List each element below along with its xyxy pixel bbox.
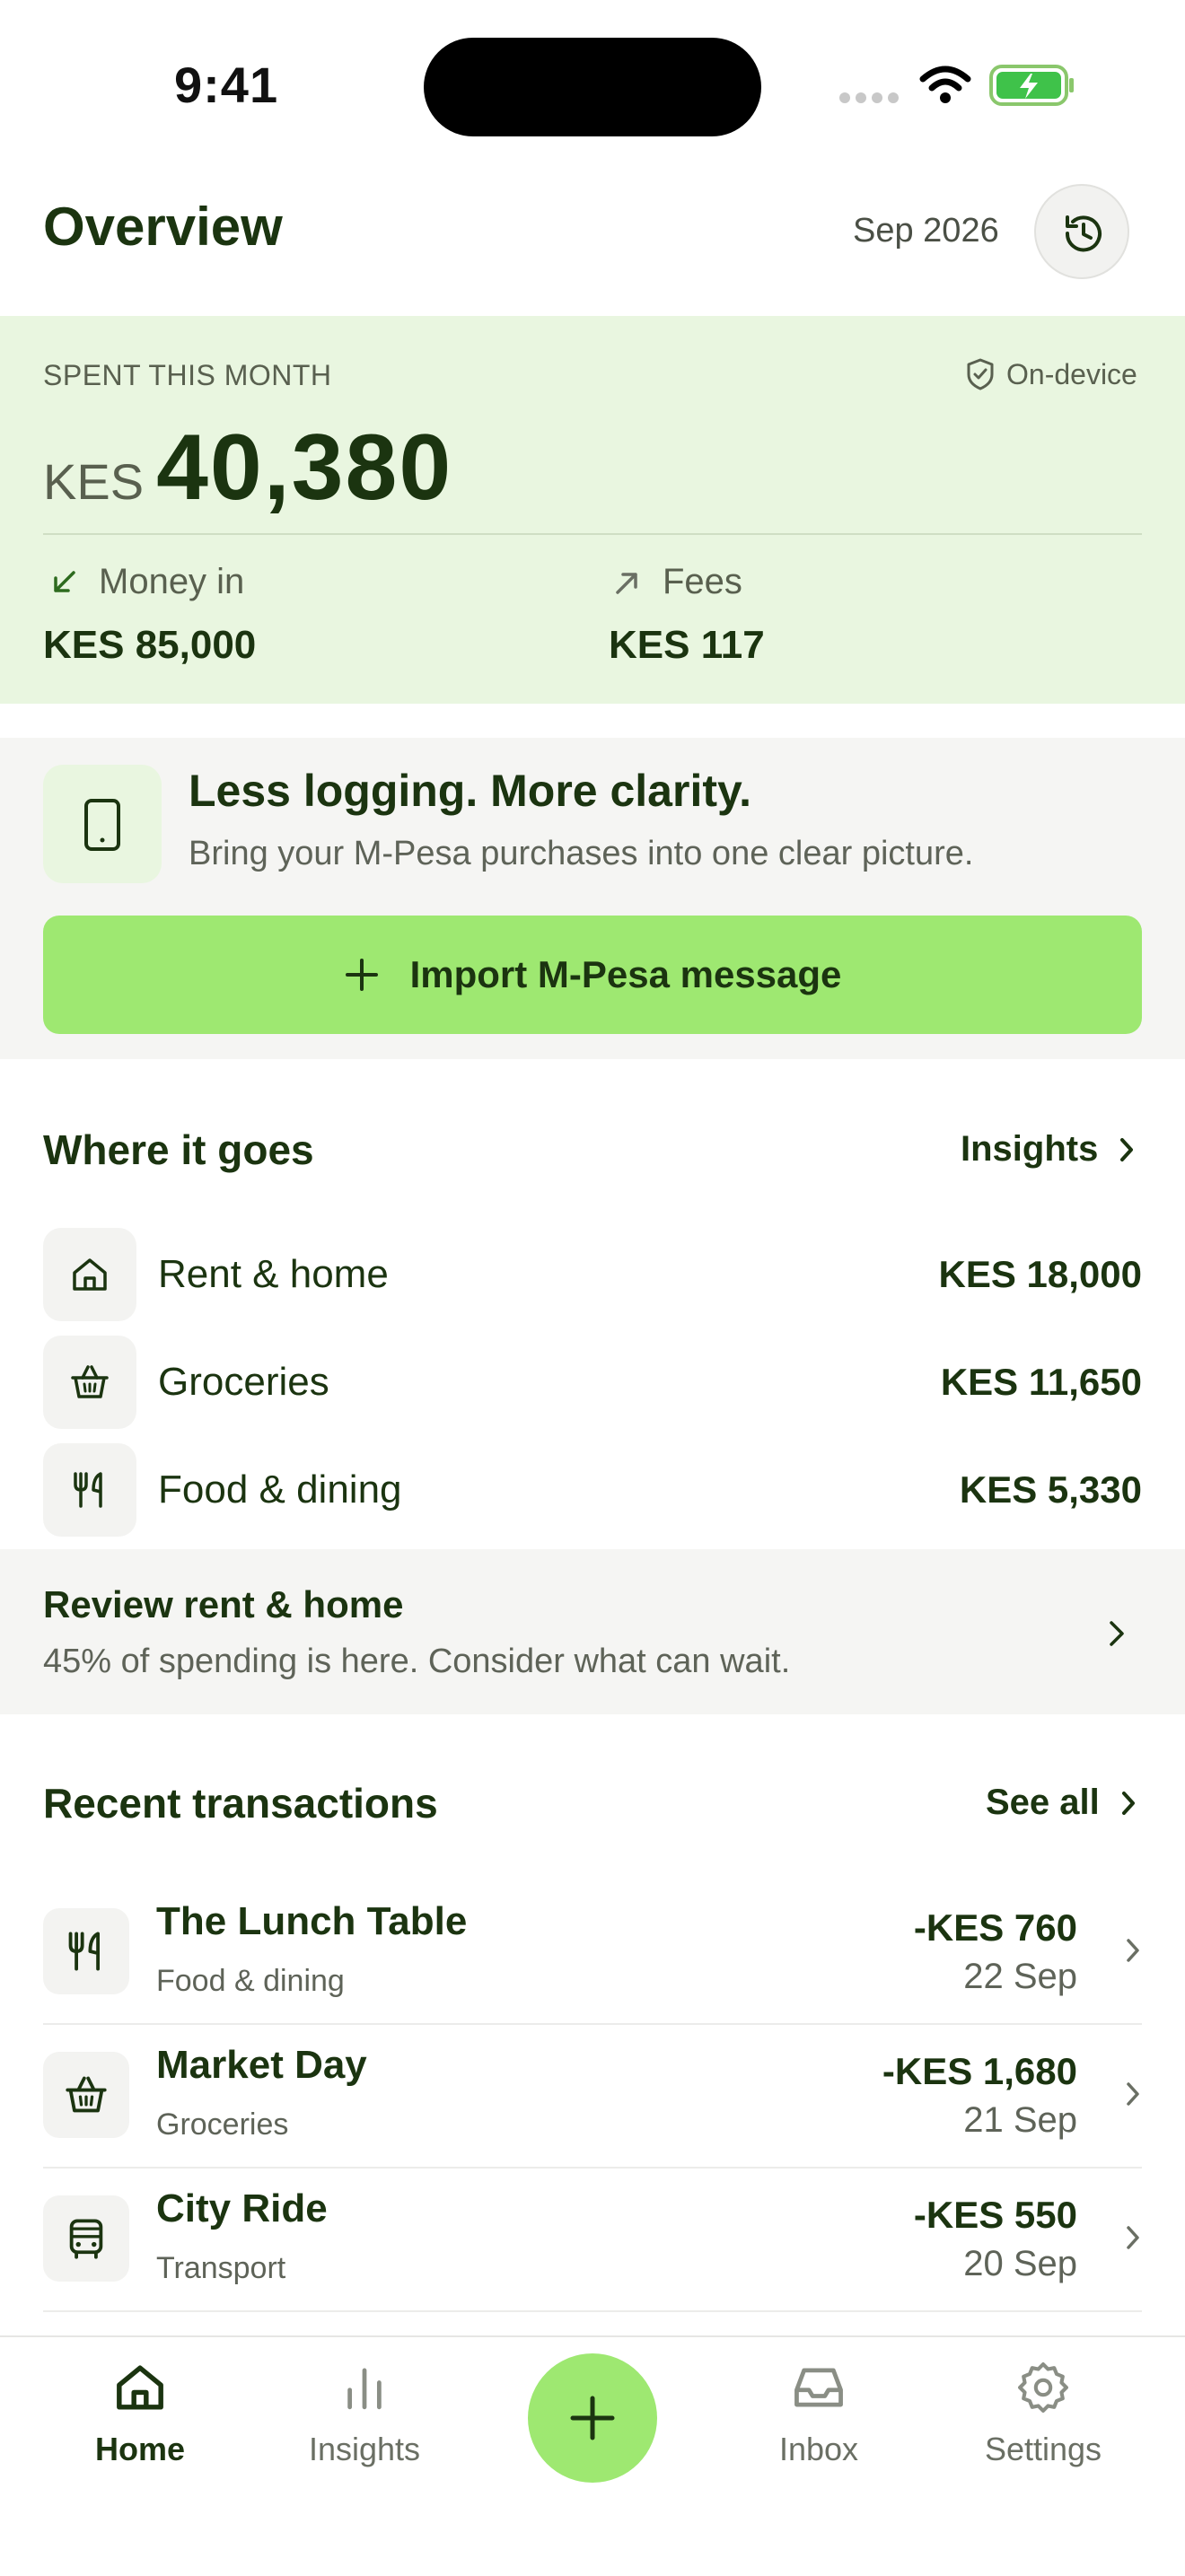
transaction-amount: -KES 1,680: [882, 2050, 1077, 2092]
chevron-right-icon: [1120, 1137, 1134, 1161]
bar-chart-icon: [347, 2368, 382, 2410]
inbox-icon: [794, 2368, 843, 2407]
chevron-right-icon: [1121, 1791, 1135, 1815]
import-button-label: Import M-Pesa message: [409, 953, 842, 995]
wifi-icon: [919, 65, 971, 104]
transaction-date: 21 Sep: [963, 2100, 1077, 2140]
nav-label: Settings: [984, 2431, 1102, 2467]
transaction-icon-tile: [43, 2052, 129, 2138]
nav-label: Home: [94, 2431, 186, 2467]
shield-check-icon: [967, 358, 994, 390]
nav-item-settings[interactable]: Settings: [953, 2361, 1133, 2468]
category-name: Rent & home: [158, 1252, 389, 1296]
bus-icon: [69, 2219, 103, 2259]
arrow-down-left-icon: [54, 570, 75, 592]
gear-icon: [1018, 2362, 1068, 2413]
month-selector[interactable]: Sep 2026: [853, 212, 999, 250]
utensils-icon: [68, 1932, 100, 1971]
phone-icon-tile: [43, 765, 162, 883]
fees-label-row: Fees: [614, 562, 742, 602]
transaction-name: City Ride: [156, 2186, 328, 2230]
transaction-date: 22 Sep: [963, 1957, 1077, 1996]
on-device-label: On-device: [1006, 357, 1137, 390]
transaction-category: Groceries: [156, 2107, 289, 2142]
category-icon-tile: [43, 1228, 136, 1321]
spent-label: SPENT THIS MONTH: [43, 359, 332, 391]
home-icon: [117, 2365, 163, 2410]
category-row-food[interactable]: Food & dining KES 5,330: [43, 1443, 1142, 1537]
transaction-icon-tile: [43, 2195, 129, 2282]
dynamic-island: [424, 38, 761, 136]
transaction-row[interactable]: City Ride Transport -KES 550 20 Sep: [43, 2170, 1142, 2312]
on-device-badge: On-device: [965, 357, 1137, 391]
insights-link[interactable]: Insights: [961, 1129, 1136, 1170]
transaction-row[interactable]: Market Day Groceries -KES 1,680 21 Sep: [43, 2027, 1142, 2169]
promo-title: Less logging. More clarity.: [189, 766, 751, 816]
status-time: 9:41: [174, 57, 279, 113]
chevron-right-icon: [1106, 1617, 1128, 1650]
transaction-date: 20 Sep: [963, 2244, 1077, 2283]
fees-value: KES 117: [609, 623, 765, 667]
category-amount: KES 5,330: [959, 1468, 1142, 1511]
home-icon: [73, 1258, 107, 1291]
add-transaction-button[interactable]: [528, 2353, 657, 2483]
category-amount: KES 11,650: [940, 1361, 1142, 1403]
signal-icon: [838, 92, 901, 104]
money-in-label-row: Money in: [50, 562, 244, 602]
where-it-goes-title: Where it goes: [43, 1126, 314, 1173]
review-subtitle: 45% of spending is here. Consider what c…: [43, 1643, 791, 1680]
nav-item-insights[interactable]: Insights: [275, 2361, 454, 2468]
category-row-groceries[interactable]: Groceries KES 11,650: [43, 1336, 1142, 1429]
nav-item-inbox[interactable]: Inbox: [729, 2361, 908, 2468]
category-row-rent[interactable]: Rent & home KES 18,000: [43, 1228, 1142, 1321]
utensils-icon: [74, 1472, 102, 1508]
chevron-right-icon: [1124, 2079, 1142, 2109]
phone-icon: [84, 799, 120, 851]
category-icon-tile: [43, 1336, 136, 1429]
arrow-up-right-icon: [616, 572, 637, 594]
spent-value: 40,380: [156, 416, 453, 520]
promo-subtitle: Bring your M-Pesa purchases into one cle…: [189, 835, 974, 872]
transaction-name: The Lunch Table: [156, 1899, 468, 1943]
transaction-category: Transport: [156, 2251, 286, 2285]
page-title: Overview: [43, 197, 283, 257]
chevron-right-icon: [1124, 1935, 1142, 1966]
category-amount: KES 18,000: [938, 1253, 1143, 1295]
recent-transactions-title: Recent transactions: [43, 1780, 438, 1827]
see-all-link[interactable]: See all: [986, 1783, 1137, 1823]
category-name: Groceries: [158, 1360, 329, 1404]
nav-label: Insights: [308, 2431, 421, 2467]
transaction-amount: -KES 550: [913, 2194, 1077, 2236]
basket-icon: [66, 2076, 107, 2113]
plus-icon: [570, 2396, 615, 2440]
money-in-label: Money in: [99, 562, 245, 601]
summary-divider: [43, 533, 1142, 535]
import-mpesa-button[interactable]: Import M-Pesa message: [43, 916, 1142, 1034]
plus-icon: [345, 959, 378, 991]
transaction-icon-tile: [43, 1908, 129, 1994]
history-icon: [1065, 215, 1102, 252]
money-in-value: KES 85,000: [43, 623, 257, 667]
category-icon-tile: [43, 1443, 136, 1537]
nav-label: Inbox: [778, 2431, 859, 2467]
transaction-amount: -KES 760: [913, 1906, 1077, 1949]
category-name: Food & dining: [158, 1468, 402, 1511]
spent-currency: KES: [43, 453, 145, 510]
see-all-label: See all: [986, 1783, 1100, 1822]
fees-label: Fees: [663, 562, 742, 601]
review-suggestion-card[interactable]: [0, 1549, 1185, 1714]
transaction-name: Market Day: [156, 2043, 367, 2087]
transaction-category: Food & dining: [156, 1964, 345, 1998]
battery-icon: [989, 65, 1075, 106]
nav-item-home[interactable]: Home: [50, 2361, 230, 2468]
basket-icon: [71, 1365, 109, 1398]
chevron-right-icon: [1124, 2222, 1142, 2253]
transaction-row[interactable]: The Lunch Table Food & dining -KES 760 2…: [43, 1883, 1142, 2025]
insights-link-label: Insights: [961, 1129, 1099, 1169]
history-button[interactable]: [1034, 184, 1129, 279]
review-title: Review rent & home: [43, 1583, 404, 1625]
spent-amount: KES 40,380: [43, 415, 452, 521]
